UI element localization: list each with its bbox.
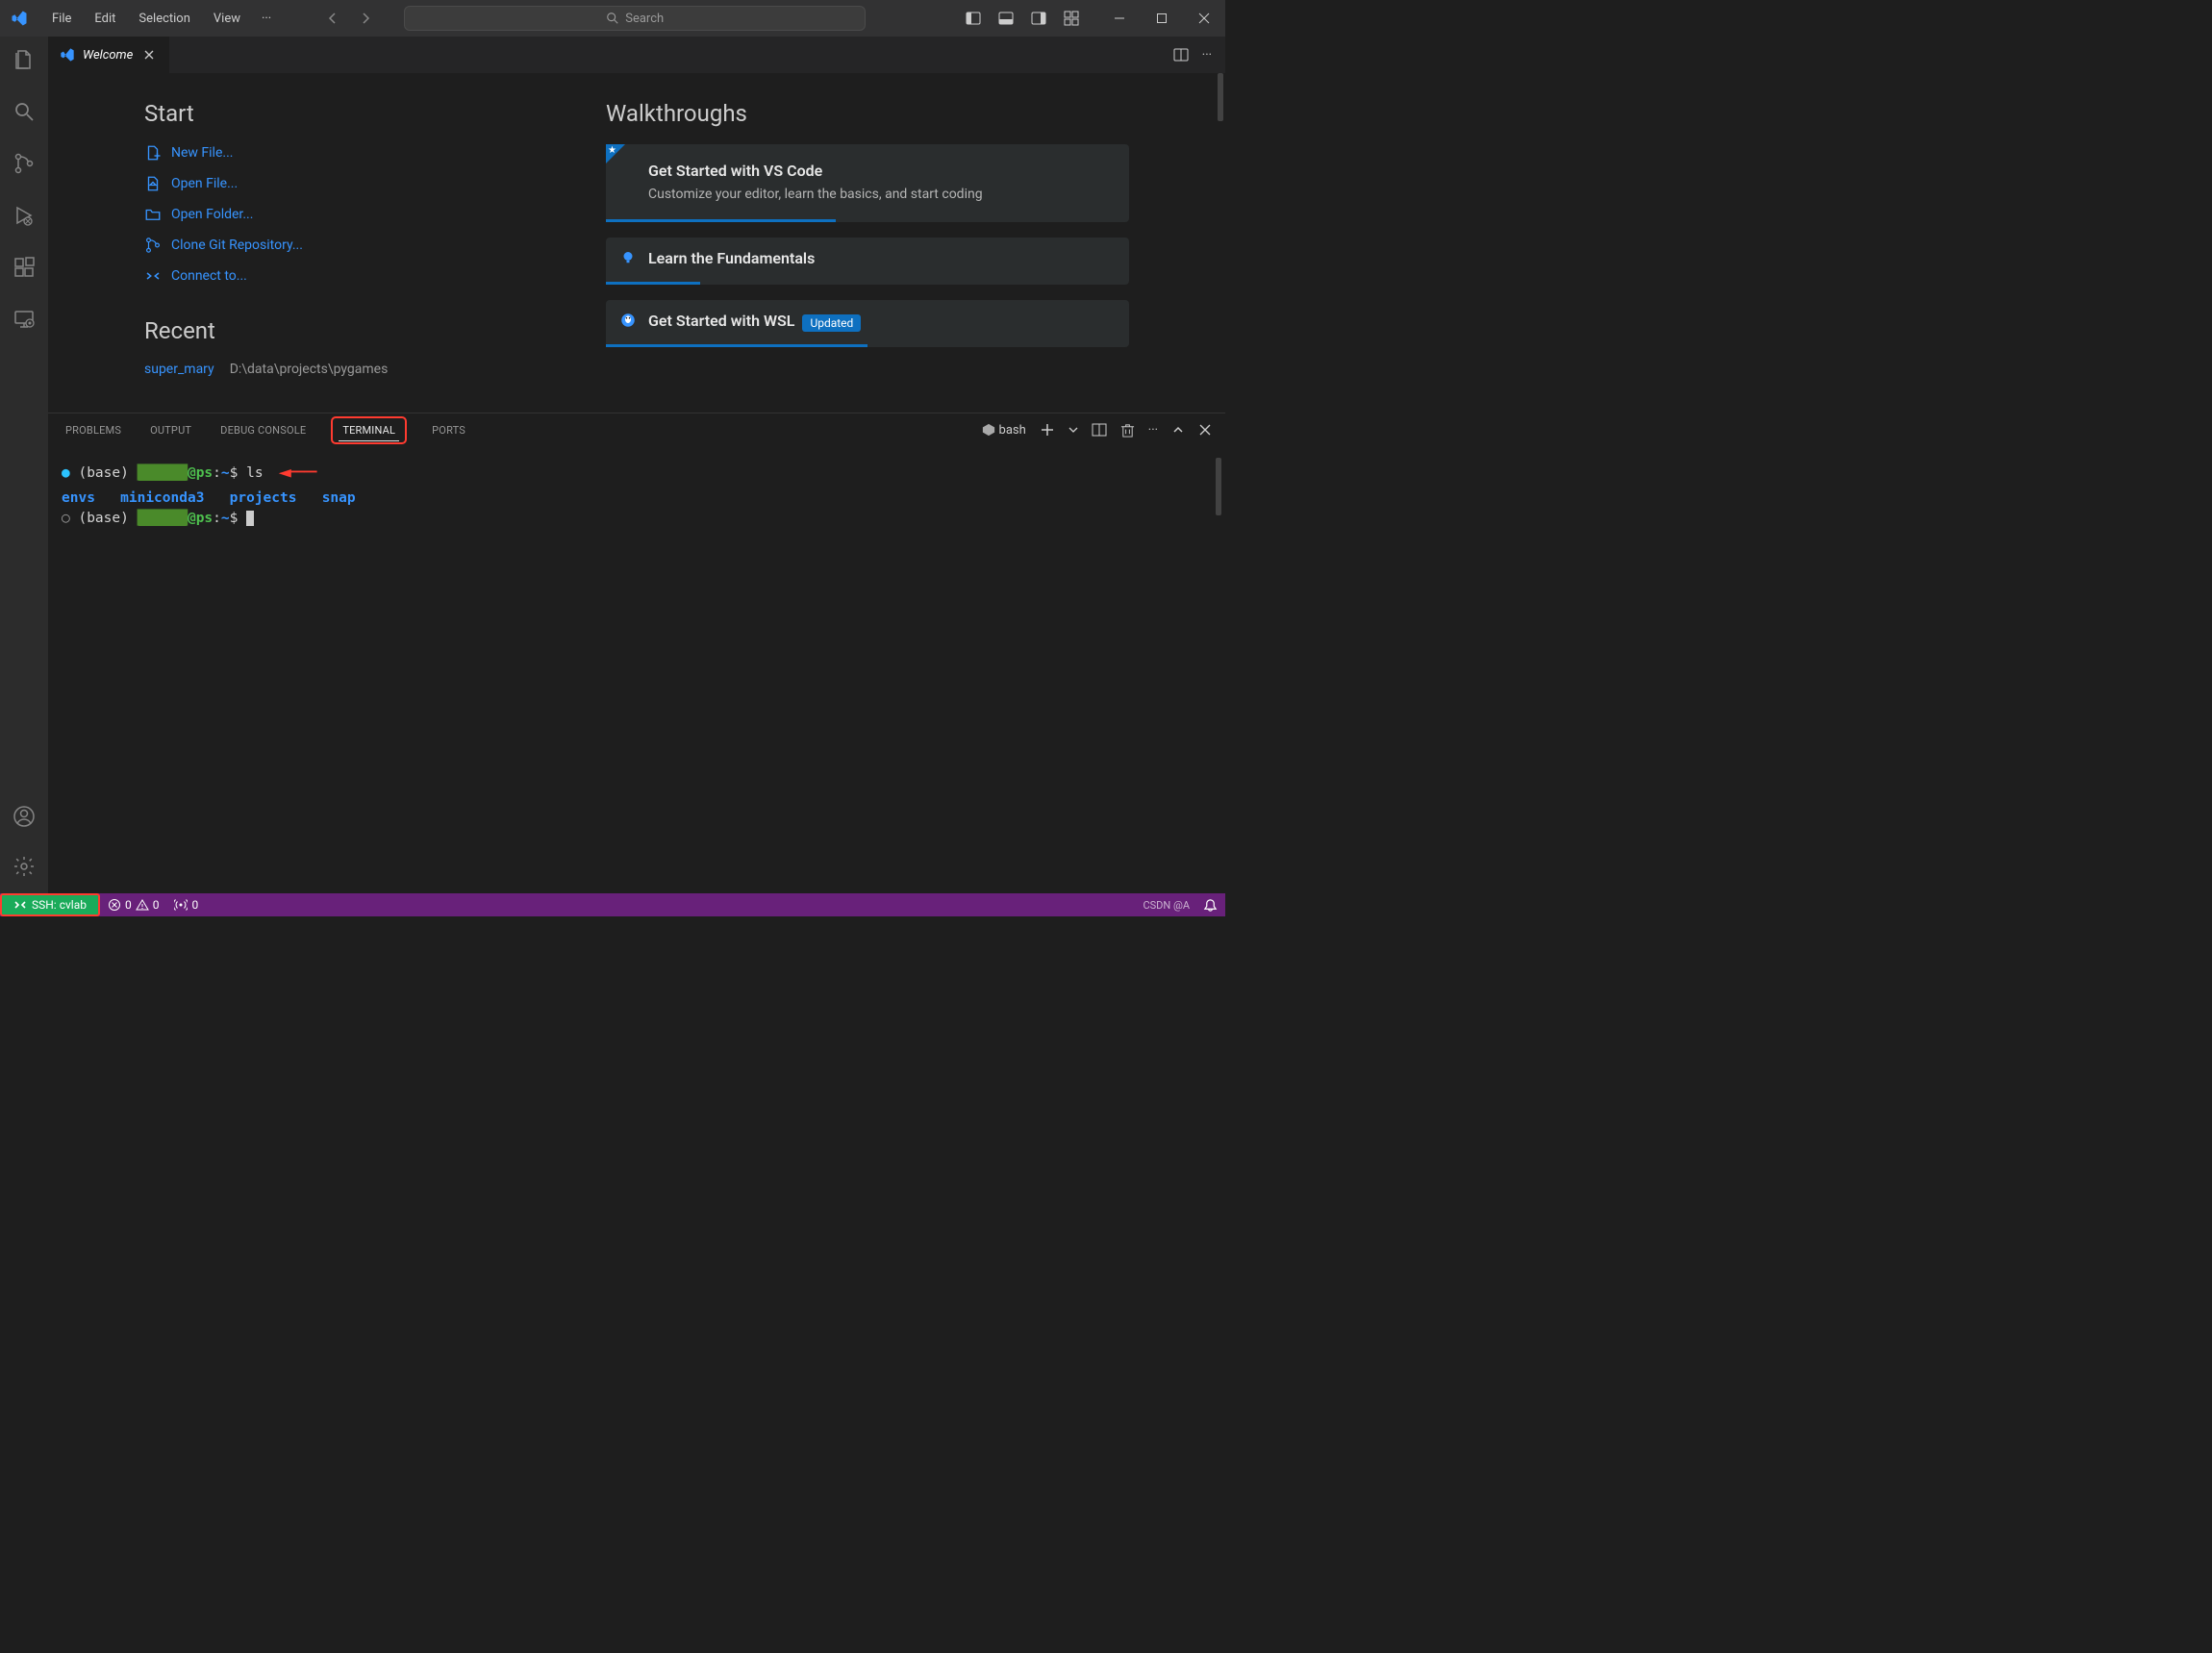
menu-overflow-icon[interactable]: ···: [254, 8, 279, 30]
recent-heading: Recent: [144, 317, 548, 344]
vscode-logo-icon: [8, 7, 31, 30]
window-minimize-icon[interactable]: [1106, 7, 1133, 30]
start-heading: Start: [144, 100, 548, 127]
activity-bar: [0, 37, 48, 893]
start-connect-to[interactable]: Connect to...: [144, 267, 548, 285]
panel-tab-bar: PROBLEMS OUTPUT DEBUG CONSOLE TERMINAL P…: [48, 413, 1225, 446]
progress-bar: [606, 344, 867, 347]
panel-tab-output[interactable]: OUTPUT: [146, 420, 195, 440]
progress-bar: [606, 282, 700, 285]
status-bar: SSH: cvlab 0 0 0 CSDN @A: [0, 893, 1225, 916]
title-bar: File Edit Selection View ··· Search: [0, 0, 1225, 37]
search-icon[interactable]: [11, 98, 38, 125]
star-icon: ★: [608, 145, 616, 156]
window-maximize-icon[interactable]: [1148, 7, 1175, 30]
terminal-scrollbar[interactable]: [1216, 458, 1221, 515]
search-placeholder: Search: [625, 12, 664, 26]
status-ports[interactable]: 0: [166, 898, 206, 912]
panel: PROBLEMS OUTPUT DEBUG CONSOLE TERMINAL P…: [48, 413, 1225, 893]
extensions-icon[interactable]: [11, 254, 38, 281]
menu-edit[interactable]: Edit: [85, 8, 125, 30]
window-close-icon[interactable]: [1191, 7, 1218, 30]
accounts-icon[interactable]: [11, 803, 38, 830]
status-problems[interactable]: 0 0: [100, 898, 167, 912]
progress-bar: [606, 219, 836, 222]
settings-gear-icon[interactable]: [11, 853, 38, 880]
linux-icon: [619, 312, 637, 329]
walkthroughs-heading: Walkthroughs: [606, 100, 1129, 127]
nav-forward-icon[interactable]: [354, 7, 377, 30]
panel-tab-terminal[interactable]: TERMINAL: [331, 416, 407, 444]
panel-tab-debug-console[interactable]: DEBUG CONSOLE: [216, 420, 310, 440]
warning-icon: [136, 898, 149, 912]
new-file-icon: [144, 144, 162, 162]
kill-terminal-icon[interactable]: [1120, 423, 1135, 438]
split-editor-icon[interactable]: [1173, 47, 1189, 63]
recent-item[interactable]: super_mary D:\data\projects\pygames: [144, 362, 548, 377]
start-clone-git[interactable]: Clone Git Repository...: [144, 237, 548, 254]
menu-file[interactable]: File: [42, 8, 81, 30]
status-notifications-icon[interactable]: [1195, 898, 1225, 913]
start-open-folder[interactable]: Open Folder...: [144, 206, 548, 223]
error-icon: [108, 898, 121, 912]
remote-ssh-badge[interactable]: SSH: cvlab: [0, 893, 100, 916]
customize-layout-icon[interactable]: [1060, 7, 1083, 30]
editor-area: Welcome ··· Start New File...: [48, 37, 1225, 893]
annotation-arrow-icon: ◄──: [279, 461, 317, 485]
more-actions-icon[interactable]: ···: [1202, 48, 1212, 63]
menu-selection[interactable]: Selection: [129, 8, 199, 30]
panel-maximize-icon[interactable]: [1171, 423, 1185, 437]
welcome-page: Start New File... Open File... Open Fold…: [48, 73, 1225, 413]
start-open-file[interactable]: Open File...: [144, 175, 548, 192]
tab-welcome[interactable]: Welcome: [48, 37, 170, 73]
editor-scrollbar[interactable]: [1218, 73, 1223, 121]
editor-tab-bar: Welcome ···: [48, 37, 1225, 73]
terminal-profile-icon: [982, 423, 995, 437]
git-icon: [144, 237, 162, 254]
watermark-text: CSDN @A: [1143, 899, 1195, 912]
walkthrough-fundamentals[interactable]: Learn the Fundamentals: [606, 238, 1129, 285]
remote-explorer-icon[interactable]: [11, 306, 38, 333]
search-icon: [606, 12, 619, 25]
new-terminal-icon[interactable]: [1040, 422, 1055, 438]
vscode-tab-icon: [60, 47, 75, 63]
terminal-body[interactable]: ● (base) ██████@ps:~$ ls◄── envs minicon…: [48, 446, 1225, 893]
search-box[interactable]: Search: [404, 6, 866, 31]
terminal-cursor: [246, 511, 254, 526]
terminal-dropdown-icon[interactable]: [1068, 425, 1078, 435]
folder-icon: [144, 206, 162, 223]
walkthrough-wsl[interactable]: Get Started with WSL Updated: [606, 300, 1129, 347]
terminal-shell-selector[interactable]: bash: [982, 423, 1026, 438]
run-debug-icon[interactable]: [11, 202, 38, 229]
panel-tab-ports[interactable]: PORTS: [428, 420, 469, 440]
broadcast-icon: [174, 898, 188, 912]
bulb-icon: [619, 249, 637, 266]
layout-sidebar-left-icon[interactable]: [962, 7, 985, 30]
split-terminal-icon[interactable]: [1092, 422, 1107, 438]
walkthrough-vscode[interactable]: ★ Get Started with VS Code Customize you…: [606, 144, 1129, 222]
updated-badge: Updated: [802, 314, 861, 332]
layout-panel-icon[interactable]: [994, 7, 1018, 30]
explorer-icon[interactable]: [11, 46, 38, 73]
remote-icon: [144, 267, 162, 285]
menu-view[interactable]: View: [204, 8, 250, 30]
layout-sidebar-right-icon[interactable]: [1027, 7, 1050, 30]
panel-close-icon[interactable]: [1198, 423, 1212, 437]
panel-tab-problems[interactable]: PROBLEMS: [62, 420, 125, 440]
tab-close-icon[interactable]: [140, 46, 158, 63]
source-control-icon[interactable]: [11, 150, 38, 177]
start-new-file[interactable]: New File...: [144, 144, 548, 162]
tab-label: Welcome: [83, 48, 133, 63]
panel-more-icon[interactable]: ···: [1148, 423, 1158, 438]
nav-back-icon[interactable]: [321, 7, 344, 30]
open-file-icon: [144, 175, 162, 192]
remote-indicator-icon: [13, 898, 27, 912]
